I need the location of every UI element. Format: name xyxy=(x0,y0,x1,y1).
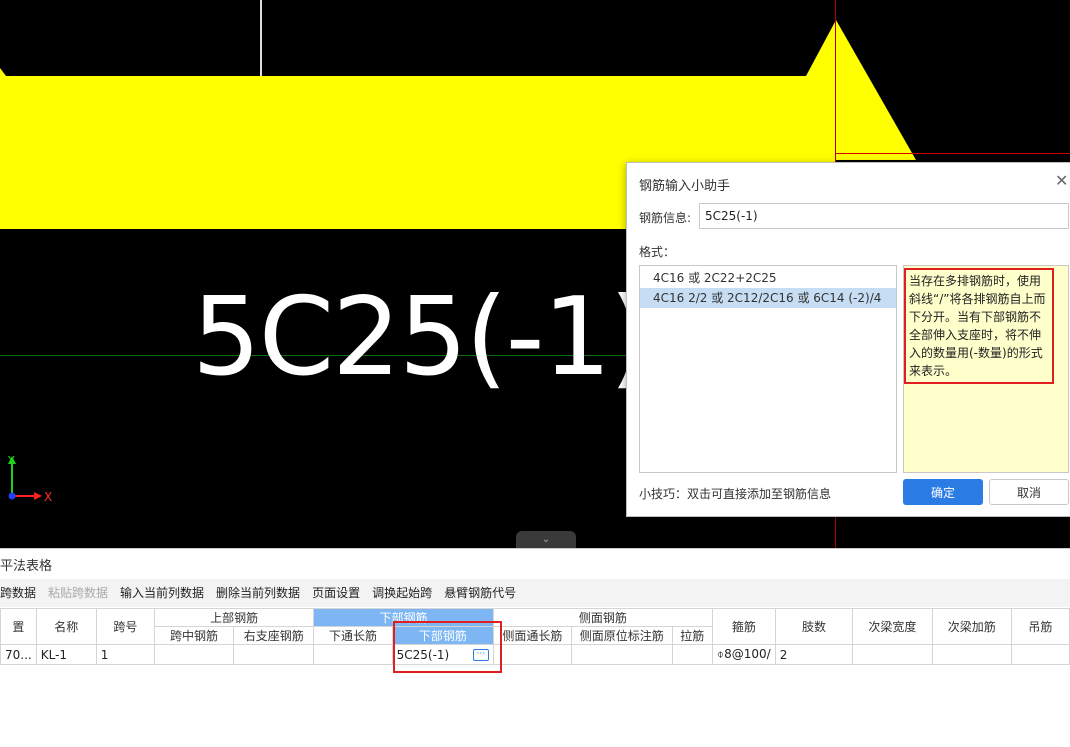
cell-right-support[interactable] xyxy=(233,644,315,665)
cell-position[interactable]: 70... xyxy=(0,644,37,665)
more-options-button[interactable]: ··· xyxy=(472,648,489,661)
cell-stirrup[interactable]: ⌽8@100/ xyxy=(711,644,776,665)
cell-span-no[interactable]: 1 xyxy=(95,644,155,665)
toolbar-paste-span-data[interactable]: 粘贴跨数据 xyxy=(48,586,108,600)
cell-name[interactable]: KL-1 xyxy=(35,644,97,665)
col-legs[interactable]: 肢数 xyxy=(774,608,854,645)
table-row: 70... KL-1 1 5C25(-1) ··· ⌽8@100/ 2 xyxy=(0,644,1070,665)
beam-right-slope xyxy=(806,20,916,160)
collapse-panel-button[interactable]: ⌄ xyxy=(516,531,576,548)
format-label: 格式： xyxy=(639,245,676,259)
format-item-selected[interactable]: 4C16 2/2 或 2C12/2C16 或 6C14 (-2)/4 xyxy=(640,288,896,308)
beam-left-corner xyxy=(0,68,6,76)
canvas-red-horizontal-line xyxy=(836,153,1070,154)
toolbar-delete-column-data[interactable]: 删除当前列数据 xyxy=(216,586,300,600)
rebar-input-helper-dialog: 钢筋输入小助手 ✕ 钢筋信息: 格式： 4C16 或 2C22+2C25 4C1… xyxy=(626,162,1070,517)
panel-title: 平法表格 xyxy=(0,548,1070,579)
axis-x-label: X xyxy=(44,490,52,504)
rebar-annotation-text: 5C25(-1) xyxy=(192,275,652,400)
col-bottom-through[interactable]: 下通长筋 xyxy=(313,626,393,645)
cell-secondary-beam-width[interactable] xyxy=(852,644,933,665)
group-top-rebar: 上部钢筋 xyxy=(153,608,315,627)
cell-mid-span[interactable] xyxy=(153,644,235,665)
group-side-rebar: 侧面钢筋 xyxy=(492,608,713,627)
col-right-support[interactable]: 右支座钢筋 xyxy=(233,626,315,645)
close-icon[interactable]: ✕ xyxy=(1055,173,1070,189)
col-hanger[interactable]: 吊筋 xyxy=(1010,608,1070,645)
ok-button[interactable]: 确定 xyxy=(903,479,983,505)
toolbar-copy-span-data[interactable]: 跨数据 xyxy=(0,586,36,600)
axis-indicator: Y X xyxy=(7,454,52,504)
rebar-info-input[interactable] xyxy=(699,203,1069,229)
hint-panel: 当存在多排钢筋时，使用斜线“/”将各排钢筋自上而下分开。当有下部钢筋不全部伸入支… xyxy=(903,265,1069,473)
cell-secondary-beam-rebar[interactable] xyxy=(931,644,1012,665)
col-bottom-rebar[interactable]: 下部钢筋 xyxy=(391,626,494,645)
panel-toolbar: 跨数据 粘贴跨数据 输入当前列数据 删除当前列数据 页面设置 调换起始跨 悬臂钢筋代号 xyxy=(0,579,1070,607)
toolbar-input-column-data[interactable]: 输入当前列数据 xyxy=(120,586,204,600)
toolbar-page-setup[interactable]: 页面设置 xyxy=(312,586,360,600)
dialog-title: 钢筋输入小助手 xyxy=(639,179,731,194)
col-secondary-beam-width[interactable]: 次梁宽度 xyxy=(852,608,933,645)
col-span-no[interactable]: 跨号 xyxy=(95,608,155,645)
col-side-in-situ[interactable]: 侧面原位标注筋 xyxy=(571,626,673,645)
cell-side-through[interactable] xyxy=(492,644,573,665)
tip-text: 小技巧：双击可直接添加至钢筋信息 xyxy=(639,487,832,501)
col-mid-span[interactable]: 跨中钢筋 xyxy=(153,626,235,645)
cell-side-in-situ[interactable] xyxy=(571,644,673,665)
toolbar-swap-start-span[interactable]: 调换起始跨 xyxy=(372,586,432,600)
bottom-rebar-editor[interactable]: 5C25(-1) ··· xyxy=(397,648,489,662)
cell-bottom-through[interactable] xyxy=(313,644,393,665)
chevron-down-icon: ⌄ xyxy=(541,534,551,545)
hint-text: 当存在多排钢筋时，使用斜线“/”将各排钢筋自上而下分开。当有下部钢筋不全部伸入支… xyxy=(904,268,1054,384)
bottom-rebar-value[interactable]: 5C25(-1) xyxy=(397,648,450,662)
table-group-header-row: 置 名称 跨号 上部钢筋 下部钢筋 侧面钢筋 箍筋 肢数 次梁宽度 次梁加筋 吊… xyxy=(0,608,1070,645)
col-name[interactable]: 名称 xyxy=(35,608,97,645)
group-bottom-rebar: 下部钢筋 xyxy=(313,608,494,627)
axis-y-label: Y xyxy=(7,454,15,467)
col-tie-bar[interactable]: 拉筋 xyxy=(671,626,713,645)
rebar-info-label: 钢筋信息: xyxy=(639,211,692,225)
col-secondary-beam-rebar[interactable]: 次梁加筋 xyxy=(931,608,1012,645)
rebar-table: 置 名称 跨号 上部钢筋 下部钢筋 侧面钢筋 箍筋 肢数 次梁宽度 次梁加筋 吊… xyxy=(0,608,1070,665)
cell-legs[interactable]: 2 xyxy=(774,644,854,665)
col-stirrup[interactable]: 箍筋 xyxy=(711,608,776,645)
cancel-button[interactable]: 取消 xyxy=(989,479,1069,505)
plan-table-panel: 平法表格 跨数据 粘贴跨数据 输入当前列数据 删除当前列数据 页面设置 调换起始跨 悬臂钢筋… xyxy=(0,548,1070,747)
col-side-through[interactable]: 侧面通长筋 xyxy=(492,626,573,645)
col-position[interactable]: 置 xyxy=(0,608,37,645)
toolbar-cantilever-code[interactable]: 悬臂钢筋代号 xyxy=(444,586,516,600)
cell-tie-bar[interactable] xyxy=(671,644,713,665)
cell-bottom-rebar[interactable]: 5C25(-1) ··· xyxy=(391,644,494,665)
format-item[interactable]: 4C16 或 2C22+2C25 xyxy=(640,268,896,288)
cell-hanger[interactable] xyxy=(1010,644,1070,665)
format-list[interactable]: 4C16 或 2C22+2C25 4C16 2/2 或 2C12/2C16 或 … xyxy=(639,265,897,473)
